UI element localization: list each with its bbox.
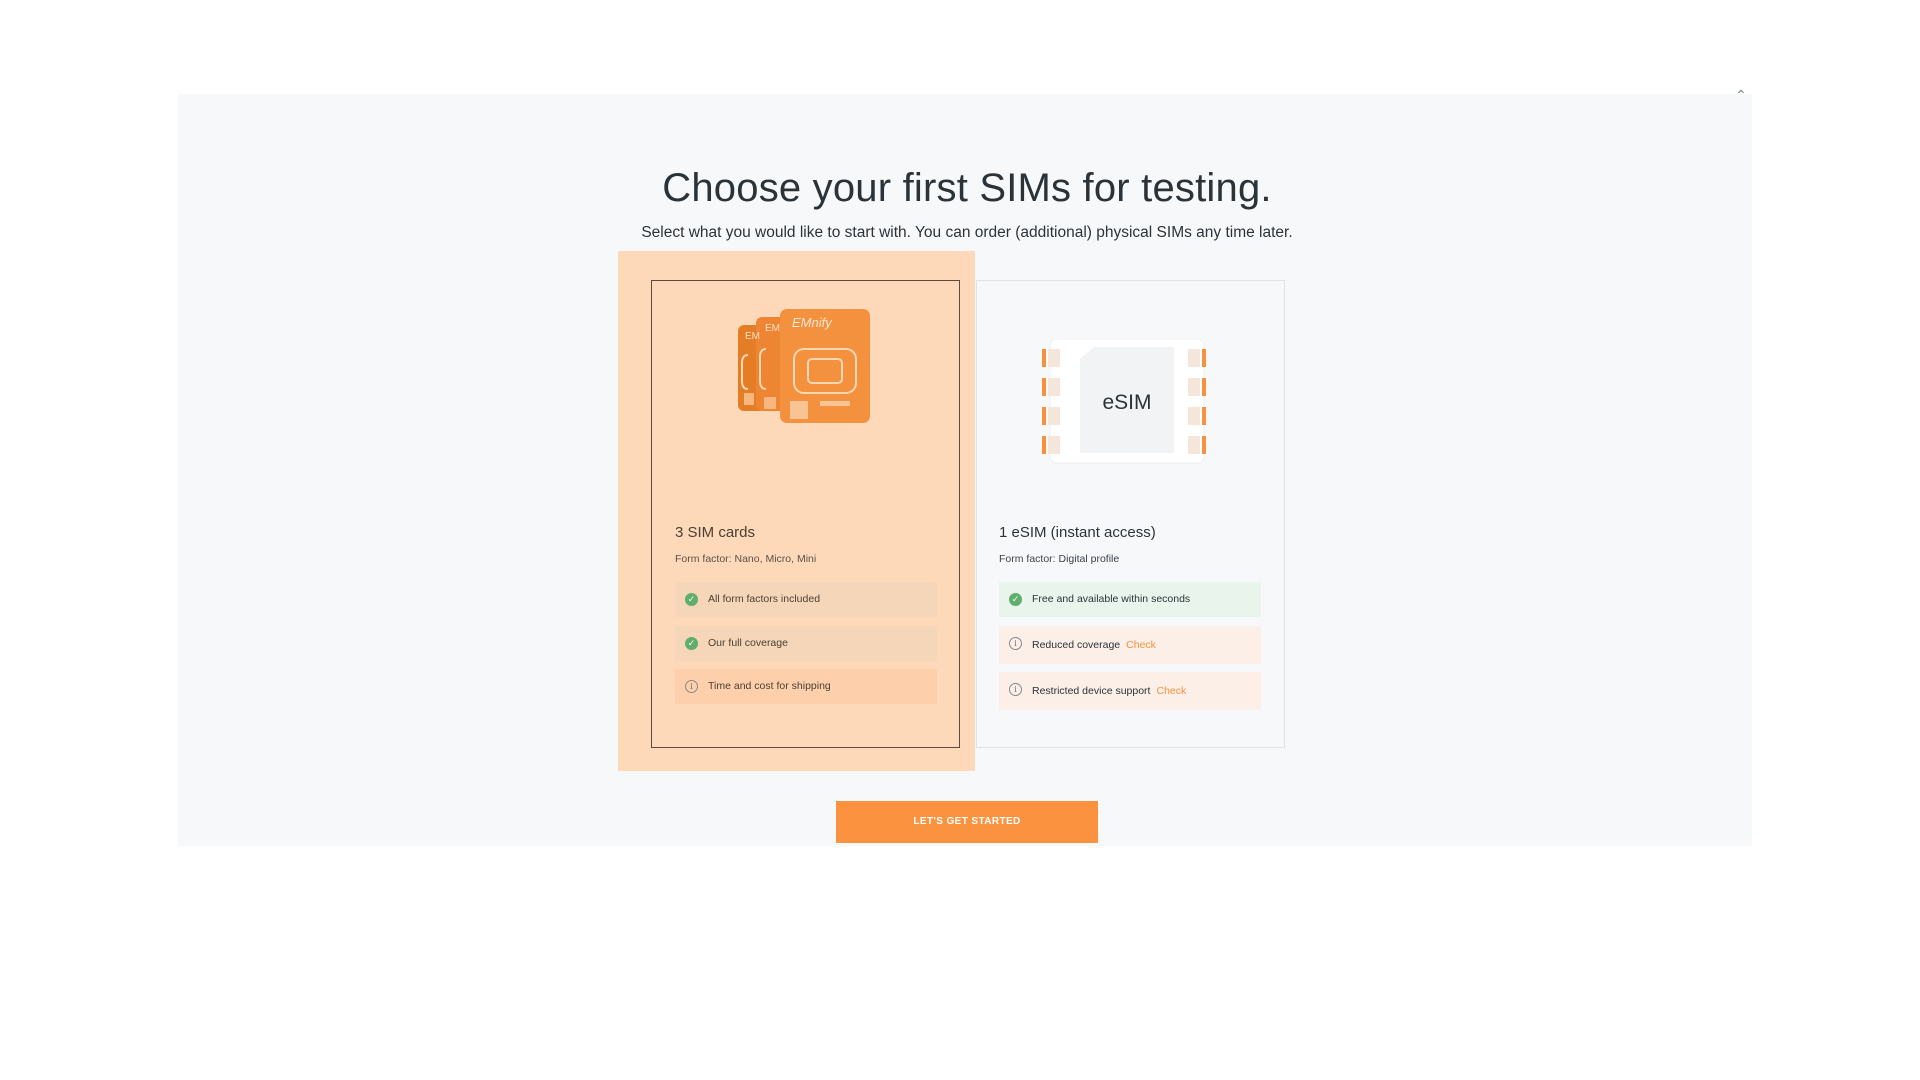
feature-item: ✓ Our full coverage [675,626,937,661]
svg-text:EM: EM [765,323,780,334]
check-coverage-link[interactable]: Check [1126,639,1156,651]
feature-item: i Reduced coverage Check [999,626,1261,664]
sim-cards-illustration: EM EM EMnify [738,309,870,423]
feature-text: Time and cost for shipping [708,680,831,692]
feature-text: Free and available within seconds [1032,593,1191,605]
lets-get-started-button[interactable]: LET'S GET STARTED [836,801,1098,843]
svg-text:eSIM: eSIM [1102,391,1151,414]
page-title: Choose your first SIMs for testing. [662,166,1272,210]
check-circle-icon: ✓ [685,593,698,606]
feature-text: Our full coverage [708,637,788,649]
svg-text:EMnify: EMnify [792,315,833,330]
option-form-factor: Form factor: Digital profile [999,553,1120,565]
feature-item: ✓ Free and available within seconds [999,582,1261,617]
feature-text: All form factors included [708,593,821,605]
option-title: 3 SIM cards [675,524,756,541]
feature-item: i Restricted device support Check [999,672,1261,710]
check-circle-icon: ✓ [1009,593,1022,606]
option-card-esim[interactable]: eSIM 1 eSIM (instant access) Form factor… [976,280,1285,748]
feature-item: i Time and cost for shipping [675,669,937,704]
feature-item: ✓ All form factors included [675,582,937,617]
check-circle-icon: ✓ [685,637,698,650]
option-title: 1 eSIM (instant access) [999,524,1156,541]
check-device-support-link[interactable]: Check [1156,685,1186,697]
info-circle-icon: i [685,680,698,693]
feature-text: Restricted device support [1032,685,1151,697]
option-form-factor: Form factor: Nano, Micro, Mini [675,553,817,565]
chevron-up-icon[interactable]: ⌃ [1734,88,1748,102]
info-circle-icon: i [1009,637,1022,650]
svg-text:EM: EM [745,331,760,342]
esim-chip-illustration: eSIM [1042,339,1206,464]
option-card-physical-sims[interactable]: EM EM EMnify 3 SIM cards Form factor: Na… [651,280,960,748]
page-subtitle: Select what you would like to start with… [641,224,1293,241]
info-circle-icon: i [1009,683,1022,696]
feature-text: Reduced coverage [1032,639,1121,651]
